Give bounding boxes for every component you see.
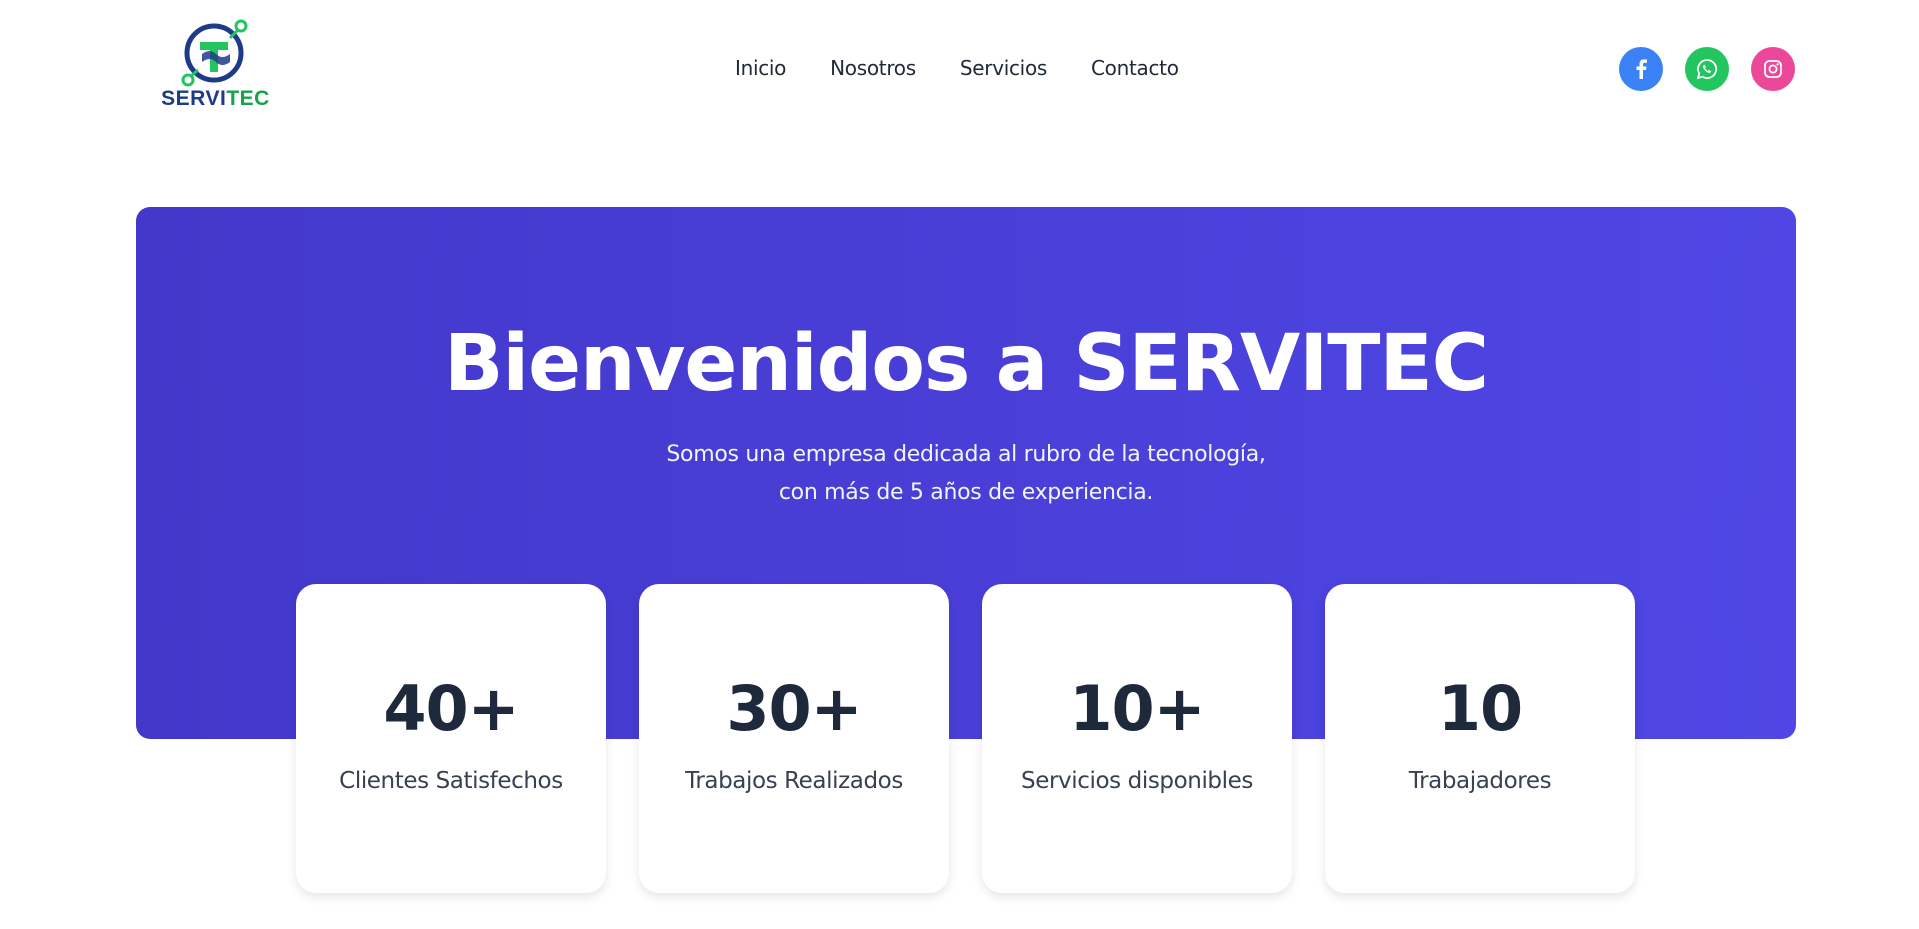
stat-card-trabajadores: 10 Trabajadores: [1325, 584, 1635, 893]
whatsapp-icon: [1696, 59, 1718, 80]
stat-label: Servicios disponibles: [1021, 768, 1253, 794]
whatsapp-button[interactable]: [1685, 47, 1729, 91]
instagram-button[interactable]: [1751, 47, 1795, 91]
stat-label: Trabajadores: [1408, 768, 1552, 794]
servitec-logo[interactable]: SERVITEC: [158, 18, 273, 113]
site-header: SERVITEC Inicio Nosotros Servicios Conta…: [0, 0, 1919, 140]
hero-title: Bienvenidos a SERVITEC: [443, 319, 1489, 409]
logo-emblem-icon: [181, 19, 248, 87]
facebook-icon: [1636, 59, 1647, 79]
stat-card-trabajos: 30+ Trabajos Realizados: [639, 584, 949, 893]
nav-link-servicios[interactable]: Servicios: [960, 56, 1047, 80]
stat-value: 40+: [383, 672, 519, 745]
hero-subtitle-line-2: con más de 5 años de experiencia.: [778, 480, 1154, 505]
stat-label: Trabajos Realizados: [685, 768, 903, 794]
main-nav: Inicio Nosotros Servicios Contacto: [735, 56, 1179, 80]
logo-word-tec: TEC: [226, 87, 270, 110]
stat-value: 10: [1437, 672, 1523, 745]
nav-link-nosotros[interactable]: Nosotros: [830, 56, 916, 80]
logo-word-servi: SERVI: [161, 87, 227, 110]
stat-value: 10+: [1069, 672, 1205, 745]
logo-wordmark: SERVITEC: [158, 87, 273, 111]
nav-link-inicio[interactable]: Inicio: [735, 56, 786, 80]
stat-card-clientes: 40+ Clientes Satisfechos: [296, 584, 606, 893]
instagram-icon: [1764, 60, 1782, 78]
hero-subtitle-line-1: Somos una empresa dedicada al rubro de l…: [666, 442, 1266, 467]
hero-subtitle: Somos una empresa dedicada al rubro de l…: [136, 436, 1796, 512]
stat-value: 30+: [726, 672, 862, 745]
stat-label: Clientes Satisfechos: [339, 768, 563, 794]
facebook-button[interactable]: [1619, 47, 1663, 91]
stat-card-servicios: 10+ Servicios disponibles: [982, 584, 1292, 893]
nav-link-contacto[interactable]: Contacto: [1091, 56, 1179, 80]
